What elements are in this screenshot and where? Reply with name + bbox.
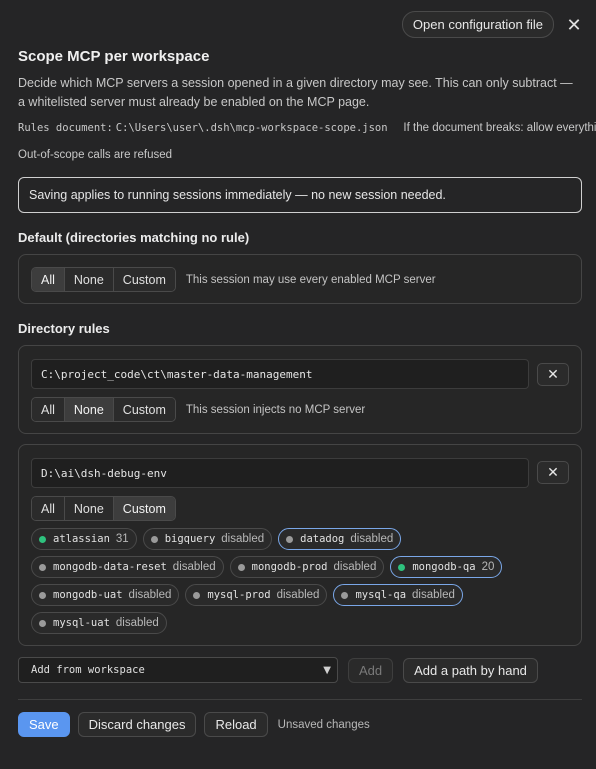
server-name: mongodb-prod [251, 561, 328, 573]
footer: Save Discard changes Reload Unsaved chan… [18, 712, 370, 737]
server-chip[interactable]: mongodb-qa 20 [390, 556, 503, 578]
remove-rule-button[interactable]: ✕ [537, 461, 569, 484]
status-dot-icon [237, 563, 245, 571]
directory-rules-heading: Directory rules [18, 321, 110, 336]
server-status: disabled [115, 617, 159, 629]
rule-card: C:\project_code\ct\master-data-managemen… [18, 345, 582, 434]
default-option-none[interactable]: None [64, 268, 114, 291]
default-mode-selector: All None Custom [31, 267, 176, 292]
chip-row: mysql-uat disabled [31, 612, 571, 634]
rule-option-none[interactable]: None [64, 497, 114, 520]
save-button[interactable]: Save [18, 712, 70, 737]
server-chip[interactable]: bigquery disabled [142, 528, 273, 550]
chip-row: atlassian 31 bigquery disabled datadog disabl… [31, 528, 571, 550]
server-chip[interactable]: mysql-prod disabled [185, 584, 328, 606]
remove-rule-button[interactable]: ✕ [537, 363, 569, 386]
server-status: disabled [128, 589, 172, 601]
server-status: disabled [350, 533, 394, 545]
server-name: mysql-prod [207, 589, 271, 601]
select-value: Add from workspace [31, 664, 145, 676]
default-option-custom[interactable]: Custom [113, 268, 175, 291]
server-chip[interactable]: atlassian 31 [31, 528, 137, 550]
close-icon: ✕ [547, 464, 559, 480]
chip-row: mongodb-data-reset disabled mongodb-prod di… [31, 556, 571, 578]
rule-path-input[interactable]: C:\project_code\ct\master-data-managemen… [31, 359, 529, 389]
server-name: mysql-uat [53, 617, 110, 629]
rule-hint: This session injects no MCP server [185, 403, 366, 416]
server-status: disabled [221, 533, 265, 545]
rule-mode-selector: All None Custom [31, 496, 176, 521]
server-chip[interactable]: datadog disabled [278, 528, 402, 550]
add-button[interactable]: Add [348, 657, 394, 683]
server-name: mysql-qa [355, 589, 407, 601]
rules-document-line: Rules document: C:\Users\user\.dsh\mcp-w… [18, 122, 596, 134]
rule-option-all[interactable]: All [32, 398, 65, 421]
server-name: bigquery [164, 533, 216, 545]
server-chip[interactable]: mysql-qa disabled [333, 584, 463, 606]
server-name: mongodb-data-reset [53, 561, 167, 573]
discard-changes-button[interactable]: Discard changes [77, 712, 197, 737]
close-icon: ✕ [547, 366, 559, 382]
server-name: mongodb-uat [53, 589, 123, 601]
divider [18, 699, 582, 700]
server-chip[interactable]: mongodb-prod disabled [229, 556, 385, 578]
unsaved-status: Unsaved changes [277, 718, 370, 731]
server-status: 20 [481, 561, 495, 573]
open-config-button[interactable]: Open configuration file [401, 11, 554, 38]
add-path-by-hand-button[interactable]: Add a path by hand [403, 657, 538, 683]
top-bar: Open configuration file ✕ [401, 11, 586, 38]
status-dot-icon [39, 619, 46, 627]
status-dot-icon [398, 563, 406, 571]
server-chip-list: atlassian 31 bigquery disabled datadog disabl… [31, 528, 571, 640]
rules-fallback-text: If the document breaks: allow everything [403, 122, 596, 134]
server-status: disabled [412, 589, 455, 601]
rule-card: D:\ai\dsh-debug-env ✕ All None Custom at… [18, 444, 582, 646]
status-dot-icon [39, 591, 46, 599]
chevron-down-icon: ▼ [323, 664, 331, 676]
page-description: Decide which MCP servers a session opene… [18, 76, 573, 109]
server-status: 31 [115, 533, 129, 545]
default-heading: Default (directories matching no rule) [18, 230, 250, 245]
rule-option-none[interactable]: None [64, 398, 114, 421]
status-dot-icon [39, 563, 46, 571]
status-dot-icon [150, 535, 158, 543]
rules-document-label: Rules document: [18, 122, 113, 134]
add-rule-row: Add from workspace ▼ Add Add a path by h… [18, 657, 538, 683]
server-status: disabled [333, 561, 377, 573]
status-dot-icon [341, 591, 349, 599]
server-name: atlassian [53, 533, 110, 545]
add-from-workspace-select[interactable]: Add from workspace ▼ [18, 657, 338, 683]
status-dot-icon [193, 591, 201, 599]
close-icon[interactable]: ✕ [562, 13, 586, 37]
server-status: disabled [276, 589, 320, 601]
server-name: datadog [300, 533, 345, 545]
rule-path-input[interactable]: D:\ai\dsh-debug-env [31, 458, 529, 488]
default-option-all[interactable]: All [32, 268, 65, 291]
server-chip[interactable]: mysql-uat disabled [31, 612, 167, 634]
rules-document-path[interactable]: C:\Users\user\.dsh\mcp-workspace-scope.j… [116, 122, 388, 134]
rule-option-all[interactable]: All [32, 497, 65, 520]
server-name: mongodb-qa [412, 561, 476, 573]
server-chip[interactable]: mongodb-uat disabled [31, 584, 180, 606]
server-status: disabled [172, 561, 216, 573]
rule-mode-selector: All None Custom [31, 397, 176, 422]
default-hint: This session may use every enabled MCP s… [185, 273, 436, 286]
server-chip[interactable]: mongodb-data-reset disabled [31, 556, 224, 578]
reload-button[interactable]: Reload [204, 712, 268, 737]
refused-text: Out-of-scope calls are refused [18, 149, 173, 161]
saving-notice: Saving applies to running sessions immed… [18, 177, 582, 213]
status-dot-icon [39, 535, 46, 543]
status-dot-icon [286, 535, 294, 543]
chip-row: mongodb-uat disabled mysql-prod disabled mys… [31, 584, 571, 606]
rule-option-custom[interactable]: Custom [113, 398, 175, 421]
rule-option-custom[interactable]: Custom [113, 497, 175, 520]
default-panel: All None Custom This session may use eve… [18, 254, 582, 304]
page-title: Scope MCP per workspace [18, 48, 210, 65]
